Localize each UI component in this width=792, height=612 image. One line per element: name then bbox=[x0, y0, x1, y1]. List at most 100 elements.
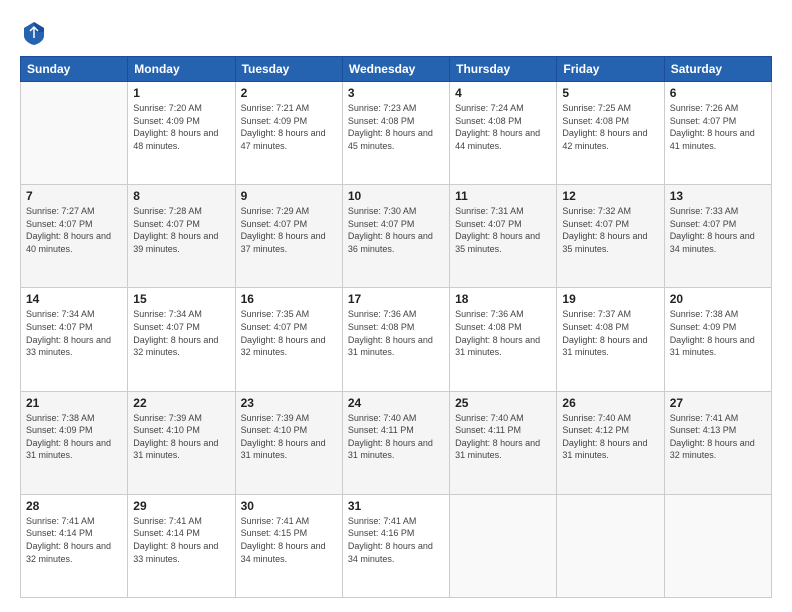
day-info: Sunrise: 7:29 AMSunset: 4:07 PMDaylight:… bbox=[241, 205, 337, 255]
day-number: 21 bbox=[26, 396, 122, 410]
day-number: 1 bbox=[133, 86, 229, 100]
day-info: Sunrise: 7:36 AMSunset: 4:08 PMDaylight:… bbox=[348, 308, 444, 358]
calendar-day-cell: 28 Sunrise: 7:41 AMSunset: 4:14 PMDayligh… bbox=[21, 494, 128, 597]
calendar-day-cell: 9 Sunrise: 7:29 AMSunset: 4:07 PMDaylight… bbox=[235, 185, 342, 288]
calendar-day-cell: 26Sunrise: 7:40 AMSunset: 4:12 PMDayligh… bbox=[557, 391, 664, 494]
calendar-day-cell: 1 Sunrise: 7:20 AMSunset: 4:09 PMDaylight… bbox=[128, 82, 235, 185]
calendar-day-cell: 15 Sunrise: 7:34 AMSunset: 4:07 PMDayligh… bbox=[128, 288, 235, 391]
day-info: Sunrise: 7:34 AMSunset: 4:07 PMDaylight:… bbox=[26, 308, 122, 358]
day-number: 19 bbox=[562, 292, 658, 306]
calendar-day-cell: 14Sunrise: 7:34 AMSunset: 4:07 PMDayligh… bbox=[21, 288, 128, 391]
calendar-day-cell: 5Sunrise: 7:25 AMSunset: 4:08 PMDaylight… bbox=[557, 82, 664, 185]
day-number: 24 bbox=[348, 396, 444, 410]
calendar-day-cell: 4 Sunrise: 7:24 AMSunset: 4:08 PMDaylight… bbox=[450, 82, 557, 185]
calendar-day-cell: 2 Sunrise: 7:21 AMSunset: 4:09 PMDaylight… bbox=[235, 82, 342, 185]
day-info: Sunrise: 7:24 AMSunset: 4:08 PMDaylight:… bbox=[455, 102, 551, 152]
calendar-day-cell bbox=[557, 494, 664, 597]
day-number: 4 bbox=[455, 86, 551, 100]
day-number: 5 bbox=[562, 86, 658, 100]
day-number: 31 bbox=[348, 499, 444, 513]
calendar-day-cell: 19 Sunrise: 7:37 AMSunset: 4:08 PMDayligh… bbox=[557, 288, 664, 391]
day-number: 29 bbox=[133, 499, 229, 513]
calendar-day-cell: 29 Sunrise: 7:41 AMSunset: 4:14 PMDayligh… bbox=[128, 494, 235, 597]
calendar-day-cell: 6 Sunrise: 7:26 AMSunset: 4:07 PMDaylight… bbox=[664, 82, 771, 185]
calendar-week-row: 7 Sunrise: 7:27 AMSunset: 4:07 PMDaylight… bbox=[21, 185, 772, 288]
calendar-day-cell bbox=[21, 82, 128, 185]
calendar-week-row: 28 Sunrise: 7:41 AMSunset: 4:14 PMDayligh… bbox=[21, 494, 772, 597]
day-number: 16 bbox=[241, 292, 337, 306]
weekday-header-friday: Friday bbox=[557, 57, 664, 82]
day-info: Sunrise: 7:41 AMSunset: 4:15 PMDaylight:… bbox=[241, 515, 337, 565]
day-number: 3 bbox=[348, 86, 444, 100]
calendar-day-cell bbox=[664, 494, 771, 597]
day-info: Sunrise: 7:30 AMSunset: 4:07 PMDaylight:… bbox=[348, 205, 444, 255]
calendar-day-cell: 30 Sunrise: 7:41 AMSunset: 4:15 PMDayligh… bbox=[235, 494, 342, 597]
day-info: Sunrise: 7:41 AMSunset: 4:14 PMDaylight:… bbox=[26, 515, 122, 565]
calendar-day-cell: 7 Sunrise: 7:27 AMSunset: 4:07 PMDaylight… bbox=[21, 185, 128, 288]
day-info: Sunrise: 7:36 AMSunset: 4:08 PMDaylight:… bbox=[455, 308, 551, 358]
weekday-header-thursday: Thursday bbox=[450, 57, 557, 82]
header bbox=[20, 18, 772, 46]
day-info: Sunrise: 7:39 AMSunset: 4:10 PMDaylight:… bbox=[241, 412, 337, 462]
weekday-header-tuesday: Tuesday bbox=[235, 57, 342, 82]
day-info: Sunrise: 7:39 AMSunset: 4:10 PMDaylight:… bbox=[133, 412, 229, 462]
day-number: 18 bbox=[455, 292, 551, 306]
day-info: Sunrise: 7:41 AMSunset: 4:16 PMDaylight:… bbox=[348, 515, 444, 565]
day-info: Sunrise: 7:21 AMSunset: 4:09 PMDaylight:… bbox=[241, 102, 337, 152]
calendar-table: SundayMondayTuesdayWednesdayThursdayFrid… bbox=[20, 56, 772, 598]
calendar-day-cell: 16 Sunrise: 7:35 AMSunset: 4:07 PMDayligh… bbox=[235, 288, 342, 391]
calendar-week-row: 21 Sunrise: 7:38 AMSunset: 4:09 PMDayligh… bbox=[21, 391, 772, 494]
weekday-header-wednesday: Wednesday bbox=[342, 57, 449, 82]
day-number: 7 bbox=[26, 189, 122, 203]
day-number: 22 bbox=[133, 396, 229, 410]
day-info: Sunrise: 7:31 AMSunset: 4:07 PMDaylight:… bbox=[455, 205, 551, 255]
day-info: Sunrise: 7:27 AMSunset: 4:07 PMDaylight:… bbox=[26, 205, 122, 255]
weekday-header-saturday: Saturday bbox=[664, 57, 771, 82]
calendar-week-row: 14Sunrise: 7:34 AMSunset: 4:07 PMDayligh… bbox=[21, 288, 772, 391]
calendar-day-cell: 8Sunrise: 7:28 AMSunset: 4:07 PMDaylight… bbox=[128, 185, 235, 288]
weekday-header-sunday: Sunday bbox=[21, 57, 128, 82]
logo bbox=[20, 18, 52, 46]
calendar-day-cell: 21 Sunrise: 7:38 AMSunset: 4:09 PMDayligh… bbox=[21, 391, 128, 494]
calendar-day-cell bbox=[450, 494, 557, 597]
calendar-day-cell: 17 Sunrise: 7:36 AMSunset: 4:08 PMDayligh… bbox=[342, 288, 449, 391]
day-number: 11 bbox=[455, 189, 551, 203]
day-number: 25 bbox=[455, 396, 551, 410]
day-info: Sunrise: 7:35 AMSunset: 4:07 PMDaylight:… bbox=[241, 308, 337, 358]
calendar-day-cell: 22 Sunrise: 7:39 AMSunset: 4:10 PMDayligh… bbox=[128, 391, 235, 494]
day-number: 20 bbox=[670, 292, 766, 306]
day-number: 9 bbox=[241, 189, 337, 203]
day-info: Sunrise: 7:41 AMSunset: 4:14 PMDaylight:… bbox=[133, 515, 229, 565]
day-number: 10 bbox=[348, 189, 444, 203]
day-info: Sunrise: 7:40 AMSunset: 4:11 PMDaylight:… bbox=[455, 412, 551, 462]
day-info: Sunrise: 7:26 AMSunset: 4:07 PMDaylight:… bbox=[670, 102, 766, 152]
day-info: Sunrise: 7:38 AMSunset: 4:09 PMDaylight:… bbox=[26, 412, 122, 462]
day-number: 13 bbox=[670, 189, 766, 203]
calendar-week-row: 1 Sunrise: 7:20 AMSunset: 4:09 PMDaylight… bbox=[21, 82, 772, 185]
day-number: 15 bbox=[133, 292, 229, 306]
calendar-page: SundayMondayTuesdayWednesdayThursdayFrid… bbox=[0, 0, 792, 612]
calendar-day-cell: 24Sunrise: 7:40 AMSunset: 4:11 PMDayligh… bbox=[342, 391, 449, 494]
day-number: 30 bbox=[241, 499, 337, 513]
day-number: 23 bbox=[241, 396, 337, 410]
day-number: 2 bbox=[241, 86, 337, 100]
calendar-day-cell: 12Sunrise: 7:32 AMSunset: 4:07 PMDayligh… bbox=[557, 185, 664, 288]
calendar-day-cell: 18 Sunrise: 7:36 AMSunset: 4:08 PMDayligh… bbox=[450, 288, 557, 391]
day-info: Sunrise: 7:38 AMSunset: 4:09 PMDaylight:… bbox=[670, 308, 766, 358]
day-number: 28 bbox=[26, 499, 122, 513]
calendar-day-cell: 27Sunrise: 7:41 AMSunset: 4:13 PMDayligh… bbox=[664, 391, 771, 494]
calendar-day-cell: 11 Sunrise: 7:31 AMSunset: 4:07 PMDayligh… bbox=[450, 185, 557, 288]
day-info: Sunrise: 7:34 AMSunset: 4:07 PMDaylight:… bbox=[133, 308, 229, 358]
calendar-day-cell: 20 Sunrise: 7:38 AMSunset: 4:09 PMDayligh… bbox=[664, 288, 771, 391]
day-info: Sunrise: 7:20 AMSunset: 4:09 PMDaylight:… bbox=[133, 102, 229, 152]
day-info: Sunrise: 7:32 AMSunset: 4:07 PMDaylight:… bbox=[562, 205, 658, 255]
day-info: Sunrise: 7:37 AMSunset: 4:08 PMDaylight:… bbox=[562, 308, 658, 358]
calendar-day-cell: 10 Sunrise: 7:30 AMSunset: 4:07 PMDayligh… bbox=[342, 185, 449, 288]
day-number: 8 bbox=[133, 189, 229, 203]
weekday-header-row: SundayMondayTuesdayWednesdayThursdayFrid… bbox=[21, 57, 772, 82]
day-number: 26 bbox=[562, 396, 658, 410]
day-number: 17 bbox=[348, 292, 444, 306]
day-number: 6 bbox=[670, 86, 766, 100]
calendar-day-cell: 13Sunrise: 7:33 AMSunset: 4:07 PMDayligh… bbox=[664, 185, 771, 288]
weekday-header-monday: Monday bbox=[128, 57, 235, 82]
